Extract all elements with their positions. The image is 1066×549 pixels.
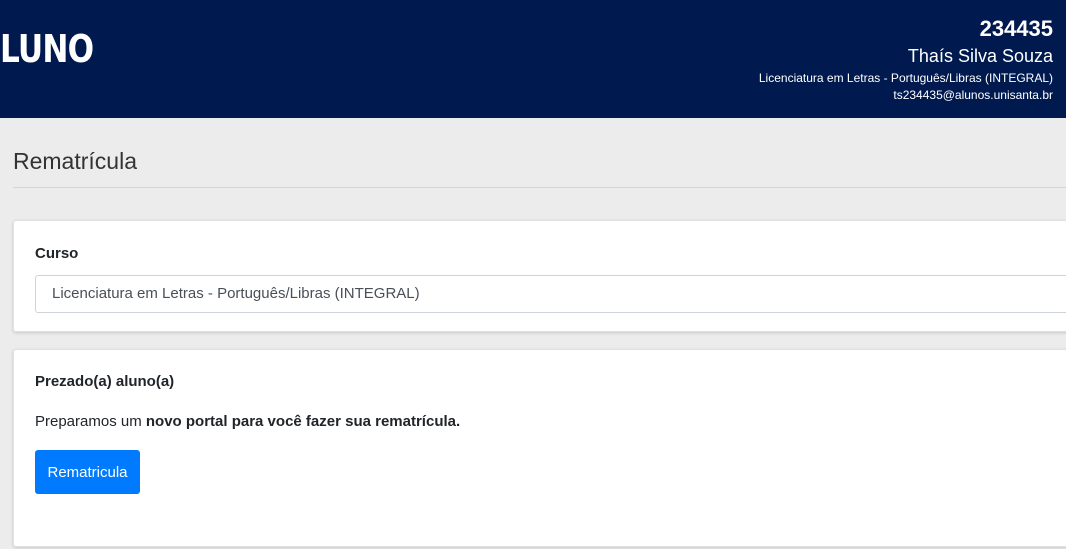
student-course: Licenciatura em Letras - Português/Libra… xyxy=(758,71,1053,85)
curso-card: Curso Licenciatura em Letras - Português… xyxy=(13,220,1066,332)
message-text: Preparamos um novo portal para você faze… xyxy=(35,413,460,430)
rematricula-button[interactable]: Rematricula xyxy=(35,450,140,494)
student-name: Thaís Silva Souza xyxy=(907,46,1053,66)
greeting-text: Prezado(a) aluno(a) xyxy=(35,373,175,390)
app-logo[interactable]: LUNO xyxy=(0,30,94,68)
message-emphasis: novo portal para você fazer sua rematríc… xyxy=(145,413,461,430)
message-prefix: Preparamos um xyxy=(35,413,146,430)
student-email: ts234435@alunos.unisanta.br xyxy=(893,88,1053,102)
page-title: Rematrícula xyxy=(13,148,137,174)
student-id: 234435 xyxy=(979,16,1053,41)
rematricula-message-card: Prezado(a) aluno(a) Preparamos um novo p… xyxy=(13,349,1066,547)
curso-label: Curso xyxy=(35,245,79,262)
user-info-panel: 234435 Thaís Silva Souza Licenciatura em… xyxy=(759,15,1053,104)
curso-select[interactable]: Licenciatura em Letras - Português/Libra… xyxy=(35,275,1066,313)
top-header: LUNO 234435 Thaís Silva Souza Licenciatu… xyxy=(0,0,1066,118)
title-divider xyxy=(13,187,1066,188)
